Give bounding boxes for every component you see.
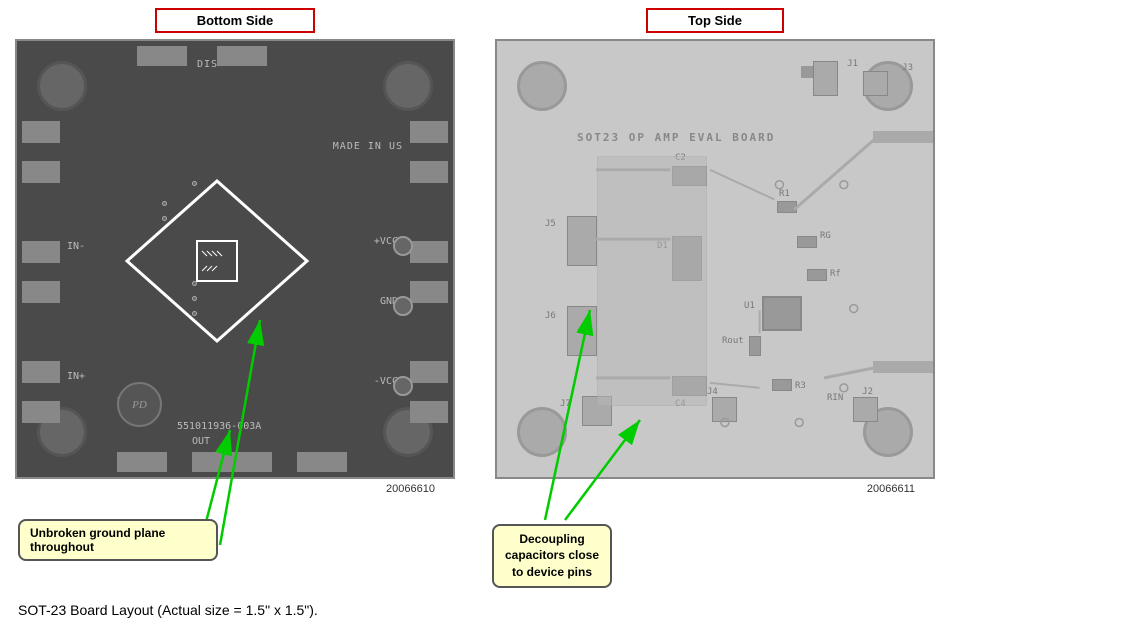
via-2 [162,216,167,221]
pcb-traces [497,41,933,477]
right-board-title: Top Side [646,8,784,33]
via-1 [162,201,167,206]
via-4 [192,296,197,301]
pad-right-6 [410,401,448,423]
pcb-text-in-neg: IN- [67,241,85,252]
pcb-text-in-pos: IN+ [67,371,85,382]
gnd-circle [393,296,413,316]
left-callout: Unbroken ground plane throughout [18,519,218,561]
vcc-circle-top [393,236,413,256]
vcc-neg-circle [393,376,413,396]
pad-top-2 [217,46,267,66]
pad-left-2 [22,161,60,183]
corner-circle-tr [383,61,433,111]
pcb-text-madein: MADE IN US [333,141,403,152]
center-chip-diamond [117,171,317,351]
pad-bottom-1 [117,452,167,472]
pad-left-3 [22,241,60,263]
pcb-text-serial: 551011936-003A [177,421,261,432]
pcb-text-dis: DIS [197,59,218,70]
pcb-text-out: OUT [192,436,210,447]
pad-right-1 [410,121,448,143]
pad-top-1 [137,46,187,66]
left-board-title: Bottom Side [155,8,316,33]
rd-circle: PD [117,382,162,427]
left-board-number: 20066610 [386,483,435,495]
pad-right-5 [410,361,448,383]
via-3 [192,281,197,286]
bottom-board: DIS MADE IN US +VCC GND IN- IN+ -VCC UL9… [15,39,455,479]
pad-left-5 [22,361,60,383]
pad-right-4 [410,281,448,303]
pad-left-1 [22,121,60,143]
corner-circle-tl [37,61,87,111]
pad-left-6 [22,401,60,423]
caption: SOT-23 Board Layout (Actual size = 1.5" … [18,602,318,618]
pad-right-2 [410,161,448,183]
pad-bottom-3 [297,452,347,472]
right-board-number: 20066611 [867,483,915,495]
via-6 [192,181,197,186]
top-board: SOT23 OP AMP EVAL BOARD J1 J3 J5 J6 J7 [495,39,935,479]
pad-right-3 [410,241,448,263]
pad-left-4 [22,281,60,303]
pad-bottom-2 [192,452,272,472]
via-5 [192,311,197,316]
right-callout: Decoupling capacitors close to device pi… [492,524,612,588]
